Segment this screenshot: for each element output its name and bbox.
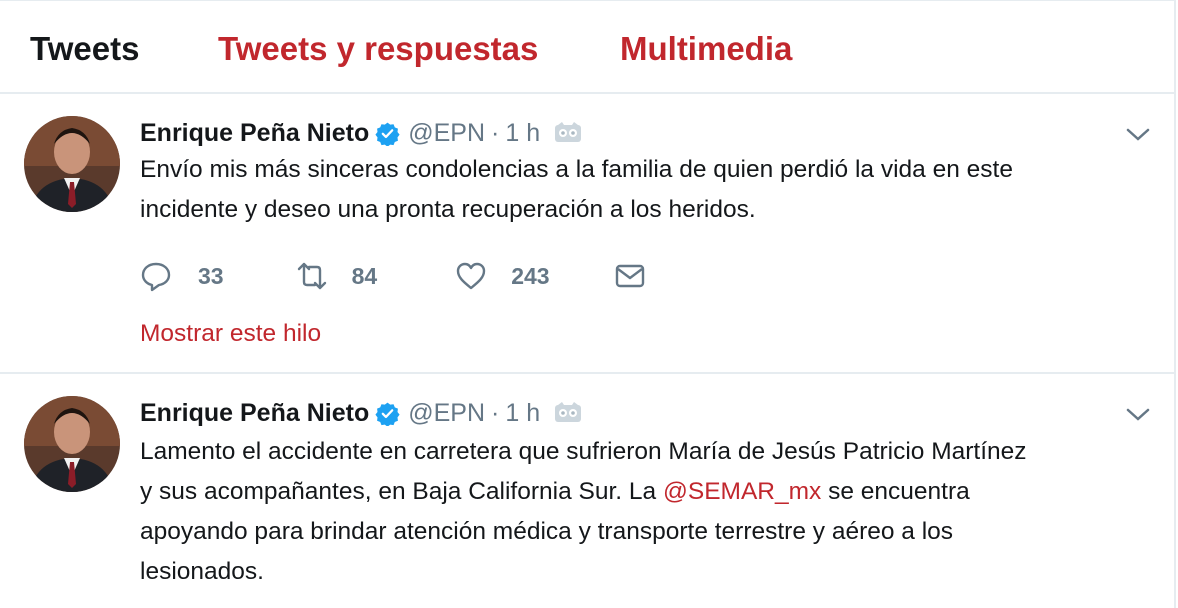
- verified-badge-icon: [375, 122, 400, 146]
- mention-link[interactable]: @SEMAR_mx: [663, 478, 821, 505]
- header-separator: ·: [491, 398, 500, 427]
- retweet-icon: [297, 262, 326, 290]
- tab-multimedia[interactable]: Multimedia: [620, 30, 792, 68]
- tweet-actions: 33 84 243: [140, 256, 646, 296]
- reply-button[interactable]: 33: [140, 260, 224, 292]
- tweet-text-segment: se encuentra: [821, 478, 970, 505]
- avatar-portrait-image: [24, 116, 120, 212]
- like-count: 243: [511, 262, 550, 289]
- tweet-text-line: incidente y deseo una pronta recuperació…: [140, 196, 756, 223]
- author-name[interactable]: Enrique Peña Nieto: [140, 399, 369, 428]
- direct-message-button[interactable]: [614, 260, 646, 292]
- tab-tweets[interactable]: Tweets: [30, 30, 139, 68]
- tweet-text: Lamento el accidente en carretera que su…: [140, 432, 1150, 592]
- chevron-down-icon[interactable]: [1124, 400, 1152, 428]
- retweet-button[interactable]: 84: [296, 260, 378, 292]
- header-separator: ·: [491, 118, 500, 147]
- tab-tweets-y-respuestas[interactable]: Tweets y respuestas: [218, 30, 538, 68]
- avatar[interactable]: [24, 396, 120, 492]
- avatar-portrait-image: [24, 396, 120, 492]
- tweet-timestamp[interactable]: 1 h: [505, 399, 540, 428]
- tweet-text: Envío mis más sinceras condolencias a la…: [140, 150, 1150, 230]
- heart-icon: [456, 262, 486, 290]
- author-handle[interactable]: @EPN: [408, 399, 485, 428]
- translate-owl-icon: [555, 122, 582, 142]
- tweet-text-segment: y sus acompañantes, en Baja California S…: [140, 478, 663, 505]
- tweet-text-line: Lamento el accidente en carretera que su…: [140, 438, 1027, 465]
- tweet-card[interactable]: Enrique Peña Nieto @EPN · 1 h Lamento el…: [0, 374, 1176, 608]
- tweet-text-line: y sus acompañantes, en Baja California S…: [140, 472, 1150, 512]
- profile-tabs: Tweets Tweets y respuestas Multimedia: [0, 0, 1176, 94]
- tweet-card[interactable]: Enrique Peña Nieto @EPN · 1 h Envío mis …: [0, 94, 1176, 374]
- tweet-text-line: apoyando para brindar atención médica y …: [140, 518, 954, 545]
- verified-badge-icon: [375, 402, 400, 426]
- chevron-down-icon[interactable]: [1124, 120, 1152, 148]
- author-handle[interactable]: @EPN: [408, 119, 485, 148]
- retweet-count: 84: [351, 262, 378, 289]
- author-name[interactable]: Enrique Peña Nieto: [140, 119, 369, 148]
- like-button[interactable]: 243: [455, 260, 550, 292]
- envelope-icon: [615, 264, 644, 288]
- tweet-text-line: lesionados.: [140, 558, 264, 585]
- tweet-timestamp[interactable]: 1 h: [505, 119, 540, 148]
- tweet-header: Enrique Peña Nieto @EPN · 1 h: [140, 396, 582, 430]
- reply-icon: [141, 262, 171, 292]
- tweet-header: Enrique Peña Nieto @EPN · 1 h: [140, 116, 582, 150]
- reply-count: 33: [198, 262, 224, 289]
- tweet-text-line: Envío mis más sinceras condolencias a la…: [140, 156, 1013, 183]
- translate-owl-icon: [555, 402, 582, 422]
- show-thread-link[interactable]: Mostrar este hilo: [140, 320, 321, 348]
- avatar[interactable]: [24, 116, 120, 212]
